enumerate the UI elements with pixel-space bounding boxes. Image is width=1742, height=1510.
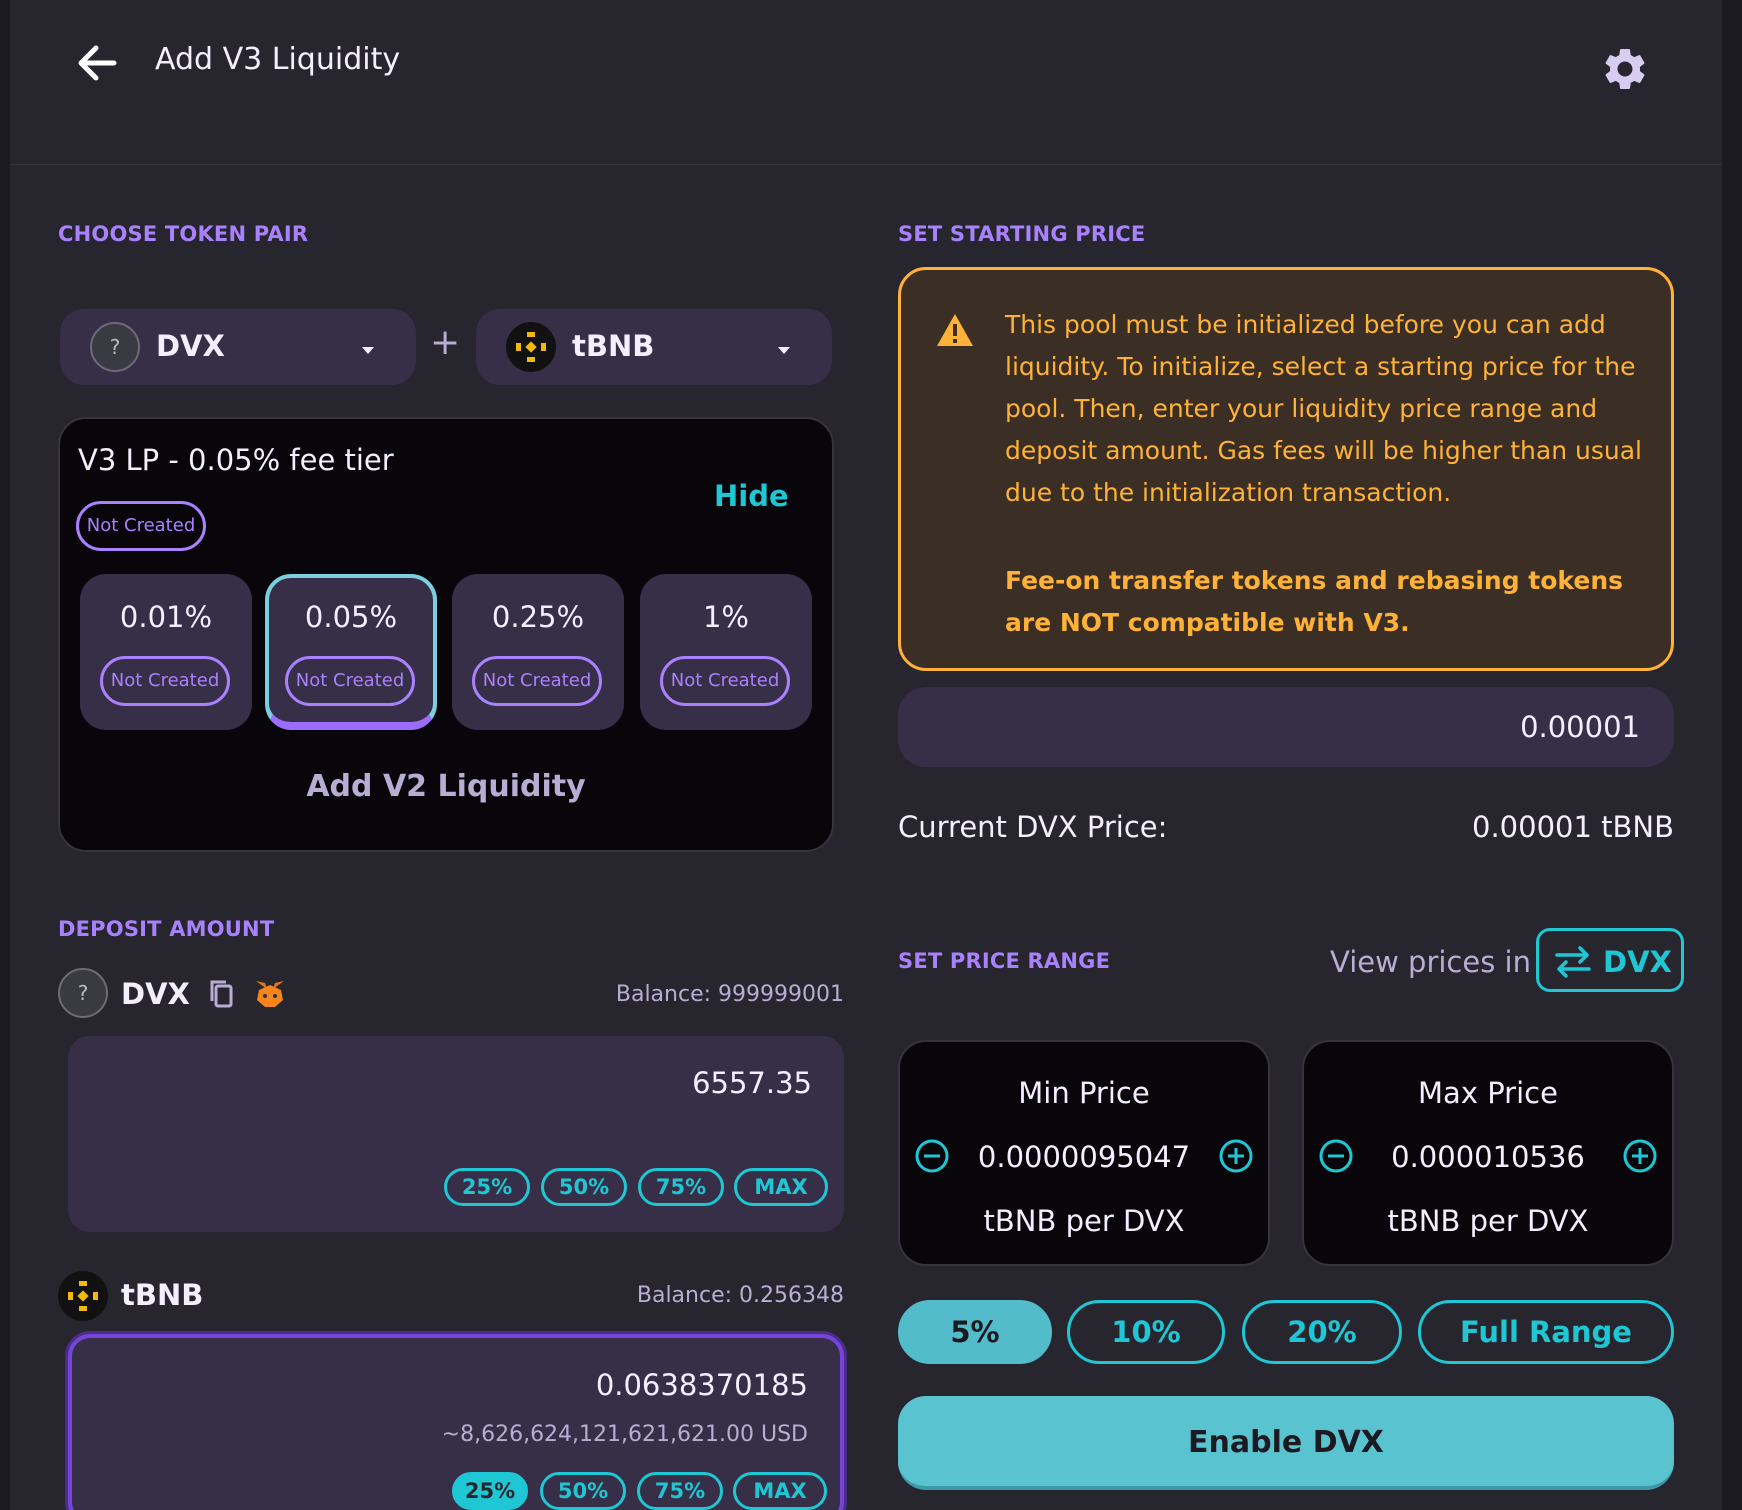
min-price-card: Min Price 0.0000095047 tBNB per DVX — [898, 1040, 1270, 1266]
page-title: Add V3 Liquidity — [155, 42, 401, 77]
quick-25-button[interactable]: 25% — [444, 1168, 530, 1206]
max-price-card: Max Price 0.000010536 tBNB per DVX — [1302, 1040, 1674, 1266]
deposit-token-b-amount[interactable]: 0.0638370185 — [596, 1368, 808, 1402]
deposit-token-a-balance: Balance: 999999001 — [615, 982, 844, 1007]
fee-tier-option-selected[interactable]: 0.05% Not Created — [265, 574, 437, 730]
initialize-warning-box: This pool must be initialized before you… — [898, 267, 1674, 671]
quick-max-button[interactable]: MAX — [734, 1168, 828, 1206]
hide-button[interactable]: Hide — [714, 479, 789, 513]
quick-max-button[interactable]: MAX — [733, 1472, 827, 1510]
page-header: Add V3 Liquidity — [10, 0, 1722, 165]
fee-tier-status-badge: Not Created — [100, 656, 230, 706]
svg-text:?: ? — [110, 335, 121, 359]
metamask-icon[interactable] — [253, 978, 287, 1014]
enable-token-button[interactable]: Enable DVX — [898, 1396, 1674, 1490]
caret-down-icon — [776, 341, 792, 360]
token-a-name: DVX — [156, 329, 225, 363]
fee-tier-status-badge: Not Created — [472, 656, 602, 706]
warning-icon — [935, 312, 975, 352]
max-price-unit: tBNB per DVX — [1387, 1204, 1589, 1238]
fee-tier-percent: 0.01% — [119, 600, 213, 634]
set-price-range-label: SET PRICE RANGE — [898, 949, 1111, 973]
range-preset-full-button[interactable]: Full Range — [1418, 1300, 1674, 1364]
min-price-unit: tBNB per DVX — [983, 1204, 1185, 1238]
caret-down-icon — [360, 341, 376, 360]
copy-icon[interactable] — [207, 978, 237, 1014]
quick-50-button[interactable]: 50% — [541, 1168, 627, 1206]
deposit-token-a-amount[interactable]: 6557.35 — [692, 1066, 812, 1100]
view-prices-in-label: View prices in — [1330, 945, 1531, 979]
token-b-name: tBNB — [572, 329, 655, 363]
plus-circle-icon[interactable] — [1622, 1138, 1658, 1178]
fee-tier-status-badge: Not Created — [660, 656, 790, 706]
dvx-token-icon: ? — [90, 322, 140, 372]
deposit-token-b-usd-value: ~8,626,624,121,621,621.00 USD — [441, 1422, 808, 1447]
deposit-token-a-box[interactable]: 6557.35 25% 50% 75% MAX — [68, 1036, 844, 1232]
token-a-select[interactable]: ? DVX — [60, 309, 416, 385]
current-price-value: 0.00001 tBNB — [1472, 810, 1674, 844]
current-price-label: Current DVX Price: — [898, 810, 1168, 844]
quick-25-button[interactable]: 25% — [452, 1472, 528, 1510]
bnb-token-icon — [506, 322, 556, 372]
max-price-value[interactable]: 0.000010536 — [1304, 1140, 1672, 1174]
warning-text: This pool must be initialized before you… — [1005, 310, 1642, 507]
fee-tier-percent: 1% — [702, 600, 749, 634]
price-denomination-token: DVX — [1603, 945, 1672, 979]
deposit-amount-label: DEPOSIT AMOUNT — [58, 917, 275, 941]
fee-tier-option[interactable]: 0.25% Not Created — [452, 574, 624, 730]
quick-50-button[interactable]: 50% — [540, 1472, 626, 1510]
min-price-title: Min Price — [1018, 1076, 1150, 1110]
deposit-token-b-name: tBNB — [121, 1278, 204, 1312]
choose-token-pair-label: CHOOSE TOKEN PAIR — [58, 222, 309, 246]
svg-text:?: ? — [78, 981, 89, 1005]
quick-75-button[interactable]: 75% — [637, 1472, 723, 1510]
set-starting-price-label: SET STARTING PRICE — [898, 222, 1146, 246]
min-price-value[interactable]: 0.0000095047 — [900, 1140, 1268, 1174]
swap-arrows-icon — [1555, 946, 1591, 978]
fee-tier-percent: 0.05% — [304, 600, 398, 634]
bnb-token-icon — [58, 1271, 108, 1321]
gear-icon[interactable] — [1600, 44, 1650, 94]
quick-75-button[interactable]: 75% — [638, 1168, 724, 1206]
fee-tier-option[interactable]: 0.01% Not Created — [80, 574, 252, 730]
price-denomination-toggle[interactable]: DVX — [1536, 928, 1684, 992]
plus-circle-icon[interactable] — [1218, 1138, 1254, 1178]
fee-tier-percent: 0.25% — [491, 600, 585, 634]
deposit-token-b-box[interactable]: 0.0638370185 ~8,626,624,121,621,621.00 U… — [68, 1334, 844, 1510]
deposit-token-a-name: DVX — [121, 977, 190, 1011]
range-preset-10-button[interactable]: 10% — [1067, 1300, 1225, 1364]
starting-price-input[interactable] — [898, 687, 1674, 767]
plus-icon: + — [430, 322, 461, 363]
liquidity-panel: Add V3 Liquidity CHOOSE TOKEN PAIR ? DVX… — [10, 0, 1722, 1510]
fee-tier-title: V3 LP - 0.05% fee tier — [78, 443, 394, 477]
range-preset-5-button[interactable]: 5% — [898, 1300, 1052, 1364]
warning-bold-text: Fee-on transfer tokens and rebasing toke… — [1005, 566, 1624, 637]
max-price-title: Max Price — [1418, 1076, 1558, 1110]
range-preset-20-button[interactable]: 20% — [1242, 1300, 1402, 1364]
fee-tier-status-badge: Not Created — [285, 656, 415, 706]
deposit-token-b-balance: Balance: 0.256348 — [636, 1283, 844, 1308]
token-b-select[interactable]: tBNB — [476, 309, 832, 385]
pool-status-badge: Not Created — [76, 501, 206, 551]
add-v2-liquidity-link[interactable]: Add V2 Liquidity — [60, 769, 832, 804]
fee-tier-card: V3 LP - 0.05% fee tier Not Created Hide … — [58, 417, 834, 852]
fee-tier-option[interactable]: 1% Not Created — [640, 574, 812, 730]
back-arrow-icon[interactable] — [70, 38, 130, 88]
dvx-token-icon: ? — [58, 968, 108, 1018]
